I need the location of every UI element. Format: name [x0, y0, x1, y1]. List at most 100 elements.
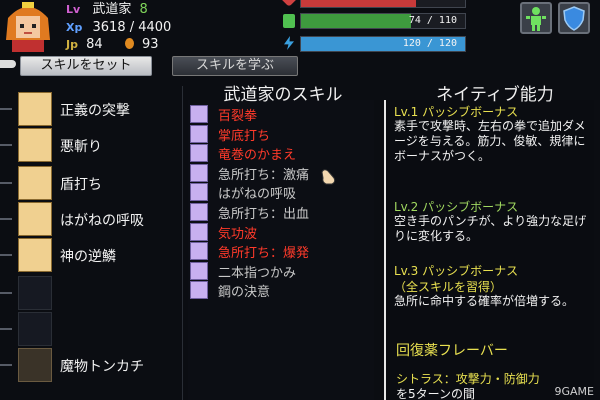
gold-value: 93	[141, 37, 159, 52]
lv1-description: 素手で攻撃時、左右の拳で追加ダメージを与える。筋力、俊敏、規律にボーナスがつく。	[394, 119, 586, 163]
jp-coin-icon: Jp	[66, 38, 78, 51]
skill-slot-icon	[18, 202, 52, 236]
skill-slot-icon	[18, 128, 52, 162]
jp-value: 84	[86, 37, 103, 52]
level-label: Lv	[66, 3, 81, 16]
mana-bar-text: 120 / 120	[402, 38, 457, 49]
character-status-button[interactable]	[520, 2, 552, 34]
skill-slot-label: 盾打ち	[60, 177, 102, 193]
skill-icon	[190, 105, 208, 123]
skill-list-title: 武道家のスキル	[223, 85, 343, 105]
gold-coin-icon	[124, 38, 134, 49]
skill-slot[interactable]: 盾打ち	[0, 166, 182, 202]
person-icon	[526, 7, 546, 31]
health-bar-fill	[301, 0, 416, 7]
stamina-bar: 74 / 110	[300, 13, 466, 29]
skill-slot[interactable]: はがねの呼吸	[0, 202, 182, 238]
skill-slot[interactable]	[0, 276, 182, 312]
skill-list-item[interactable]: 鋼の決意	[190, 280, 370, 300]
lv3-subheading: （全スキルを習得）	[394, 280, 503, 294]
skill-slot[interactable]	[0, 312, 182, 348]
xp-row: Xp 3618 / 4400	[66, 20, 171, 35]
skill-icon	[190, 261, 208, 280]
stamina-bar-text: 74 / 110	[408, 15, 457, 26]
flavor-line-2: を5ターンの間	[396, 387, 476, 400]
skill-slot-label: 魔物トンカチ	[60, 359, 144, 375]
skill-slot[interactable]: 悪斬り	[0, 128, 182, 164]
skill-slot-icon	[18, 238, 52, 272]
skill-list-item[interactable]: 竜巻のかまえ	[190, 143, 370, 163]
skill-name: 百裂拳	[218, 109, 258, 124]
lv2-description: 空き手のパンチが、より強力な足げりに変化する。	[394, 214, 587, 243]
tab-learn-skill[interactable]: スキルを学ぶ	[172, 56, 298, 76]
slot-marker	[0, 254, 12, 256]
slot-marker	[0, 364, 12, 366]
defense-button[interactable]	[558, 2, 590, 34]
skill-name: 気功波	[218, 226, 258, 242]
health-bar	[300, 0, 466, 8]
empty-slot-icon	[18, 312, 52, 346]
flavor-title: 回復薬フレーバー	[396, 343, 508, 359]
shield-icon	[563, 6, 585, 31]
skill-list-item[interactable]: 急所打ち：出血	[190, 202, 370, 222]
class-row: Lv 武道家 8	[66, 2, 148, 17]
empty-slot-icon	[18, 276, 52, 310]
skill-icon	[190, 242, 208, 261]
skill-name: 二本指つかみ	[218, 265, 297, 281]
skill-list-item[interactable]: 掌底打ち	[190, 124, 370, 144]
hp-heart-icon	[279, 0, 299, 7]
level-value: 8	[139, 2, 148, 17]
skill-name: 急所打ち：激痛	[218, 167, 310, 183]
character-portrait	[2, 0, 54, 52]
slot-marker	[0, 108, 12, 110]
skill-name: 掌底打ち	[218, 128, 271, 144]
skill-slot[interactable]: 神の逆鱗	[0, 238, 182, 274]
skill-list-item[interactable]: 二本指つかみ	[190, 261, 370, 281]
class-name: 武道家	[92, 2, 132, 17]
skill-icon	[190, 281, 208, 300]
skill-list-item[interactable]: 気功波	[190, 222, 370, 242]
stamina-icon	[283, 14, 295, 28]
stamina-bar-fill	[301, 14, 411, 28]
skill-list-item[interactable]: 百裂拳	[190, 104, 370, 124]
jp-row: Jp 84 93	[66, 37, 158, 52]
skill-slot-label: 悪斬り	[60, 139, 102, 155]
skill-icon	[190, 144, 208, 163]
lv3-description: 急所に命中する確率が倍増する。	[394, 294, 575, 308]
skill-slot-label: 正義の突撃	[60, 103, 130, 119]
skill-name: 急所打ち：爆発	[218, 246, 310, 262]
skill-slot[interactable]: 魔物トンカチ	[0, 348, 182, 384]
skill-slot-label: はがねの呼吸	[60, 213, 144, 229]
skill-icon	[190, 163, 208, 182]
mouse-cursor-icon	[321, 169, 336, 185]
slot-marker	[0, 144, 12, 146]
skill-name: 鋼の決意	[218, 285, 271, 301]
xp-label: Xp	[66, 21, 83, 34]
watermark: 9GAME	[554, 385, 595, 398]
skill-list-item[interactable]: はがねの呼吸	[190, 182, 370, 202]
skill-list-item[interactable]: 急所打ち：爆発	[190, 241, 370, 261]
tab-set-skill[interactable]: スキルをセット	[20, 56, 152, 76]
lv2-heading: Lv.2 パッシブボーナス	[394, 200, 519, 214]
xp-value: 3618 / 4400	[92, 20, 172, 35]
skill-slot-icon	[18, 166, 52, 200]
slot-marker	[0, 328, 12, 330]
slot-marker	[0, 218, 12, 220]
slot-marker	[0, 292, 12, 294]
native-ability-title: ネイティブ能力	[436, 85, 554, 105]
skill-slot-icon	[18, 348, 52, 382]
slot-marker	[0, 182, 12, 184]
mana-bar: 120 / 120	[300, 36, 466, 52]
skill-icon	[190, 183, 208, 202]
left-divider	[182, 86, 183, 400]
pointer-hand-icon	[0, 60, 16, 68]
lv3-heading: Lv.3 パッシブボーナス	[394, 264, 519, 278]
skill-name: はがねの呼吸	[218, 187, 297, 203]
skill-slot-label: 神の逆鱗	[60, 249, 116, 265]
skill-icon	[190, 222, 208, 241]
skill-icon	[190, 124, 208, 143]
skill-slot[interactable]: 正義の突撃	[0, 92, 182, 128]
skill-name: 急所打ち：出血	[218, 207, 310, 222]
skill-name: 竜巻のかまえ	[218, 148, 297, 164]
skill-list-item[interactable]: 急所打ち：激痛	[190, 163, 370, 183]
